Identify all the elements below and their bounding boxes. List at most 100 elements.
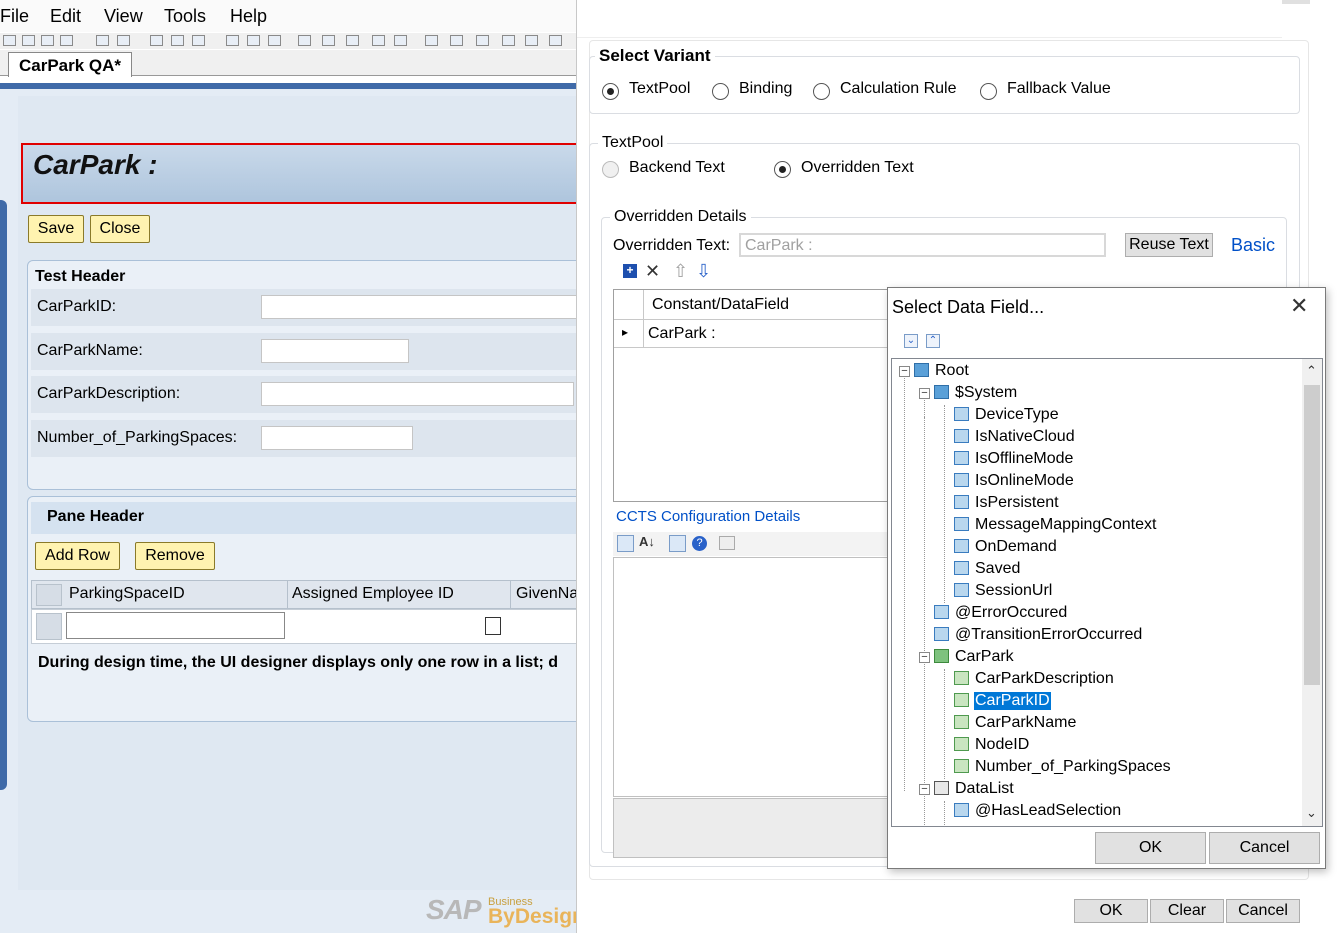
textpool-radio[interactable] <box>602 83 619 100</box>
overridden-text-radio-label[interactable]: Overridden Text <box>801 159 914 177</box>
row-selector-header[interactable] <box>36 584 62 606</box>
carparkname-input[interactable] <box>261 339 409 363</box>
pages-icon[interactable] <box>719 536 735 550</box>
backend-text-radio-label[interactable]: Backend Text <box>629 159 725 177</box>
table-icon[interactable] <box>549 35 562 46</box>
edit-icon[interactable] <box>96 35 109 46</box>
menu-help[interactable]: Help <box>230 6 267 27</box>
table-row[interactable]: ▸ CarPark : <box>614 320 904 348</box>
menu-view[interactable]: View <box>104 6 143 27</box>
tree-node-label: IsPersistent <box>975 494 1059 511</box>
cancel-button[interactable]: Cancel <box>1226 899 1300 923</box>
save-button[interactable]: Save <box>28 215 84 243</box>
fallback-value-radio[interactable] <box>980 83 997 100</box>
binoculars-icon[interactable] <box>425 35 438 46</box>
globe-icon[interactable] <box>372 35 385 46</box>
property-grid[interactable] <box>613 557 903 797</box>
binding-radio-label[interactable]: Binding <box>739 80 792 98</box>
basic-link[interactable]: Basic <box>1231 235 1275 256</box>
collapse-system-icon[interactable]: − <box>919 388 930 399</box>
ok-button[interactable]: OK <box>1074 899 1148 923</box>
fallback-value-radio-label[interactable]: Fallback Value <box>1007 80 1111 98</box>
delete-icon[interactable]: ✕ <box>645 261 660 282</box>
layout-icon[interactable] <box>346 35 359 46</box>
field-icon <box>954 671 969 685</box>
tree-scrollbar[interactable]: ⌃ ⌄ <box>1302 359 1322 826</box>
column-givenname[interactable]: GivenNa <box>516 585 578 603</box>
popup-cancel-button[interactable]: Cancel <box>1209 832 1320 864</box>
print-icon[interactable] <box>60 35 73 46</box>
package-icon[interactable] <box>268 35 281 46</box>
folder-icon[interactable] <box>226 35 239 46</box>
folder-open-icon[interactable] <box>247 35 260 46</box>
overridden-details-title: Overridden Details <box>610 208 751 226</box>
carparkdescription-input[interactable] <box>261 382 574 406</box>
tree-node-label: @ErrorOccured <box>955 604 1068 621</box>
value-help-icon[interactable] <box>485 617 501 635</box>
title-panel[interactable]: CarPark : <box>21 143 580 204</box>
properties-icon[interactable] <box>669 535 686 552</box>
window-icon[interactable] <box>117 35 130 46</box>
collapse-carpark-icon[interactable]: − <box>919 652 930 663</box>
close-button[interactable]: Close <box>90 215 150 243</box>
binding-radio[interactable] <box>712 83 729 100</box>
ccts-configuration-link[interactable]: CCTS Configuration Details <box>616 508 800 525</box>
parkingspaces-input[interactable] <box>261 426 413 450</box>
paste-icon[interactable] <box>192 35 205 46</box>
tab-carpark-qa[interactable]: CarPark QA* <box>8 52 132 77</box>
move-up-icon[interactable]: ⇧ <box>673 261 688 282</box>
cut-icon[interactable] <box>150 35 163 46</box>
close-icon[interactable]: ✕ <box>1290 293 1308 319</box>
clear-button[interactable]: Clear <box>1150 899 1224 923</box>
calculation-rule-radio[interactable] <box>813 83 830 100</box>
menu-tools[interactable]: Tools <box>164 6 206 27</box>
brush-icon[interactable] <box>476 35 489 46</box>
preview-icon[interactable] <box>322 35 335 46</box>
tree-node-label: IsOnlineMode <box>975 472 1074 489</box>
textpool-radio-label[interactable]: TextPool <box>629 80 690 98</box>
run-icon[interactable] <box>450 35 463 46</box>
categorized-icon[interactable] <box>617 535 634 552</box>
scroll-thumb[interactable] <box>1304 385 1320 685</box>
scroll-down-icon[interactable]: ⌄ <box>1306 805 1317 821</box>
sort-az-icon[interactable]: A↓ <box>639 534 655 549</box>
tree-connector <box>944 405 945 603</box>
columns-icon[interactable] <box>525 35 538 46</box>
designer-toolbar <box>0 33 580 49</box>
tree-node-label: DeviceType <box>975 406 1059 423</box>
dialog-edge <box>1282 0 1310 4</box>
help-icon[interactable]: ? <box>692 536 707 551</box>
open-icon[interactable] <box>22 35 35 46</box>
refresh-icon[interactable] <box>394 35 407 46</box>
column-parkingspaceid[interactable]: ParkingSpaceID <box>69 585 185 603</box>
backend-text-radio[interactable] <box>602 161 619 178</box>
carparkid-input[interactable] <box>261 295 591 319</box>
copy-icon[interactable] <box>171 35 184 46</box>
grid-icon[interactable] <box>502 35 515 46</box>
add-icon[interactable]: + <box>623 264 637 278</box>
expand-all-icon[interactable]: ⌄ <box>904 334 918 348</box>
collapse-all-icon[interactable]: ⌃ <box>926 334 940 348</box>
overridden-text-radio[interactable] <box>774 161 791 178</box>
parkingspaceid-cell-input[interactable] <box>66 612 285 639</box>
tools-icon[interactable] <box>298 35 311 46</box>
move-down-icon[interactable]: ⇩ <box>696 261 711 282</box>
collapse-root-icon[interactable]: − <box>899 366 910 377</box>
collapse-datalist-icon[interactable]: − <box>919 784 930 795</box>
tree-node-label: Saved <box>975 560 1021 577</box>
new-icon[interactable] <box>3 35 16 46</box>
calculation-rule-radio-label[interactable]: Calculation Rule <box>840 80 957 98</box>
save-icon[interactable] <box>41 35 54 46</box>
row-selector[interactable] <box>36 613 62 640</box>
scroll-up-icon[interactable]: ⌃ <box>1306 363 1317 379</box>
property-toolbar: A↓ ? <box>613 532 903 556</box>
overridden-text-input[interactable]: CarPark : <box>739 233 1106 257</box>
remove-button[interactable]: Remove <box>135 542 215 570</box>
dialog-title-bar <box>577 0 1282 38</box>
menu-file[interactable]: File <box>0 6 29 27</box>
menu-edit[interactable]: Edit <box>50 6 81 27</box>
reuse-text-button[interactable]: Reuse Text <box>1125 233 1213 257</box>
popup-ok-button[interactable]: OK <box>1095 832 1206 864</box>
add-row-button[interactable]: Add Row <box>35 542 120 570</box>
column-assigned-employee-id[interactable]: Assigned Employee ID <box>292 585 454 603</box>
